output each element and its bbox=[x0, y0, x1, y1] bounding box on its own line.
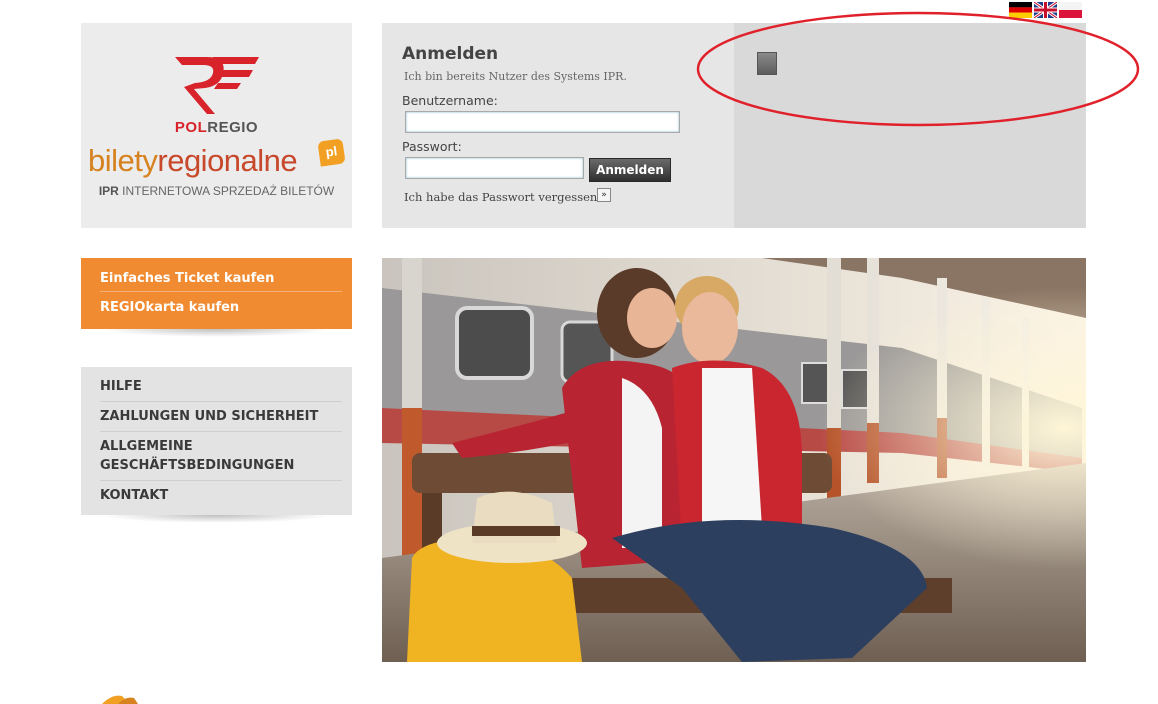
login-subtitle: Ich bin bereits Nutzer des Systems IPR. bbox=[404, 70, 627, 83]
menu-divider bbox=[100, 401, 342, 402]
biletyregionalne-wordmark: biletyregionalne bbox=[88, 143, 298, 179]
tagline-text: INTERNETOWA SPRZEDAŻ BILETÓW bbox=[118, 184, 335, 198]
regionalne-text: regionalne bbox=[157, 143, 298, 178]
menu-item-buy-regiokarta[interactable]: REGIOkarta kaufen bbox=[100, 300, 239, 315]
couple-at-station-image bbox=[382, 258, 1086, 662]
menu-divider bbox=[100, 291, 342, 292]
polregio-wordmark: POLREGIO bbox=[81, 119, 352, 136]
pl-flag-icon[interactable] bbox=[1059, 2, 1082, 18]
language-switcher bbox=[1009, 2, 1082, 18]
username-input[interactable] bbox=[405, 111, 680, 133]
ipr-text: IPR bbox=[98, 184, 119, 198]
polregio-regio-text: REGIO bbox=[207, 119, 259, 136]
login-panel: Anmelden Ich bin bereits Nutzer des Syst… bbox=[382, 23, 734, 228]
forgot-password-text[interactable]: Ich habe das Passwort vergessen. bbox=[404, 190, 601, 204]
partial-logo-icon bbox=[102, 695, 138, 704]
menu-item-terms[interactable]: ALLGEMEINE GESCHÄFTSBEDINGUNGEN bbox=[100, 437, 300, 475]
menu-shadow bbox=[101, 515, 331, 523]
de-flag-icon[interactable] bbox=[1009, 2, 1032, 18]
password-label: Passwort: bbox=[402, 139, 462, 154]
gray-menu: HILFE ZAHLUNGEN UND SICHERHEIT ALLGEMEIN… bbox=[81, 367, 352, 515]
forgot-password-button[interactable]: » bbox=[597, 188, 611, 202]
hero-photo bbox=[382, 258, 1086, 662]
menu-item-contact[interactable]: KONTAKT bbox=[100, 486, 168, 505]
polregio-logo-icon bbox=[175, 57, 259, 114]
menu-divider bbox=[100, 480, 342, 481]
menu-divider bbox=[100, 431, 342, 432]
menu-item-payments[interactable]: ZAHLUNGEN UND SICHERHEIT bbox=[100, 407, 318, 426]
right-info-panel bbox=[734, 23, 1086, 228]
orange-menu: Einfaches Ticket kaufen REGIOkarta kaufe… bbox=[81, 258, 352, 329]
logo-panel: POLREGIO biletyregionalne pl IPR INTERNE… bbox=[81, 23, 352, 228]
menu-shadow bbox=[101, 329, 331, 337]
polregio-pol-text: POL bbox=[174, 119, 208, 136]
menu-item-buy-ticket[interactable]: Einfaches Ticket kaufen bbox=[100, 271, 274, 286]
username-label: Benutzername: bbox=[402, 93, 498, 108]
placeholder-square bbox=[757, 52, 777, 75]
gb-flag-icon[interactable] bbox=[1034, 2, 1057, 18]
bilety-text: bilety bbox=[88, 143, 158, 178]
menu-item-help[interactable]: HILFE bbox=[100, 377, 142, 396]
login-button[interactable]: Anmelden bbox=[589, 158, 671, 182]
pl-badge: pl bbox=[317, 138, 346, 167]
login-title: Anmelden bbox=[402, 44, 499, 64]
password-input[interactable] bbox=[405, 157, 584, 179]
logo-tagline: IPR INTERNETOWA SPRZEDAŻ BILETÓW bbox=[81, 184, 352, 198]
